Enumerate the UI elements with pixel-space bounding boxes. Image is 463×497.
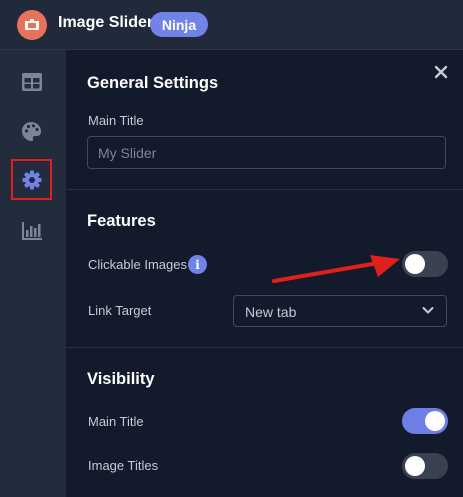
bar-chart-icon [21,221,42,240]
sidebar-item-settings[interactable] [11,159,52,200]
toggle-knob [405,254,425,274]
image-slider-logo-icon [17,10,47,40]
section-divider [66,347,463,348]
main-title-label: Main Title [88,113,144,128]
plan-badge: Ninja [150,12,208,37]
sidebar-item-analytics[interactable] [11,210,52,251]
sidebar-item-style[interactable] [11,111,52,152]
link-target-label: Link Target [88,303,152,318]
link-target-value: New tab [245,304,297,320]
main-title-visibility-label: Main Title [88,414,144,429]
sidebar-item-layout[interactable] [11,61,52,102]
app-title: Image Slider [58,14,154,31]
image-titles-visibility-label: Image Titles [88,458,159,473]
close-icon[interactable] [433,64,449,80]
gear-icon [22,170,41,189]
image-titles-visibility-toggle[interactable] [402,453,448,479]
clickable-images-toggle[interactable] [402,251,448,277]
toggle-knob [425,411,445,431]
info-icon[interactable]: i [188,255,207,274]
general-settings-heading: General Settings [87,74,219,92]
top-bar: Image Slider Ninja [0,0,463,50]
link-target-select[interactable]: New tab [233,295,447,327]
chevron-down-icon [422,307,434,314]
toggle-knob [405,456,425,476]
annotation-arrow [272,255,400,283]
main-title-visibility-toggle[interactable] [402,408,448,434]
clickable-images-label: Clickable Images [88,257,187,272]
section-divider [66,189,463,190]
features-heading: Features [87,212,156,230]
sidebar [0,50,66,497]
visibility-heading: Visibility [87,370,155,388]
table-grid-icon [21,72,42,91]
main-title-input[interactable] [87,136,446,169]
palette-icon [22,122,41,141]
